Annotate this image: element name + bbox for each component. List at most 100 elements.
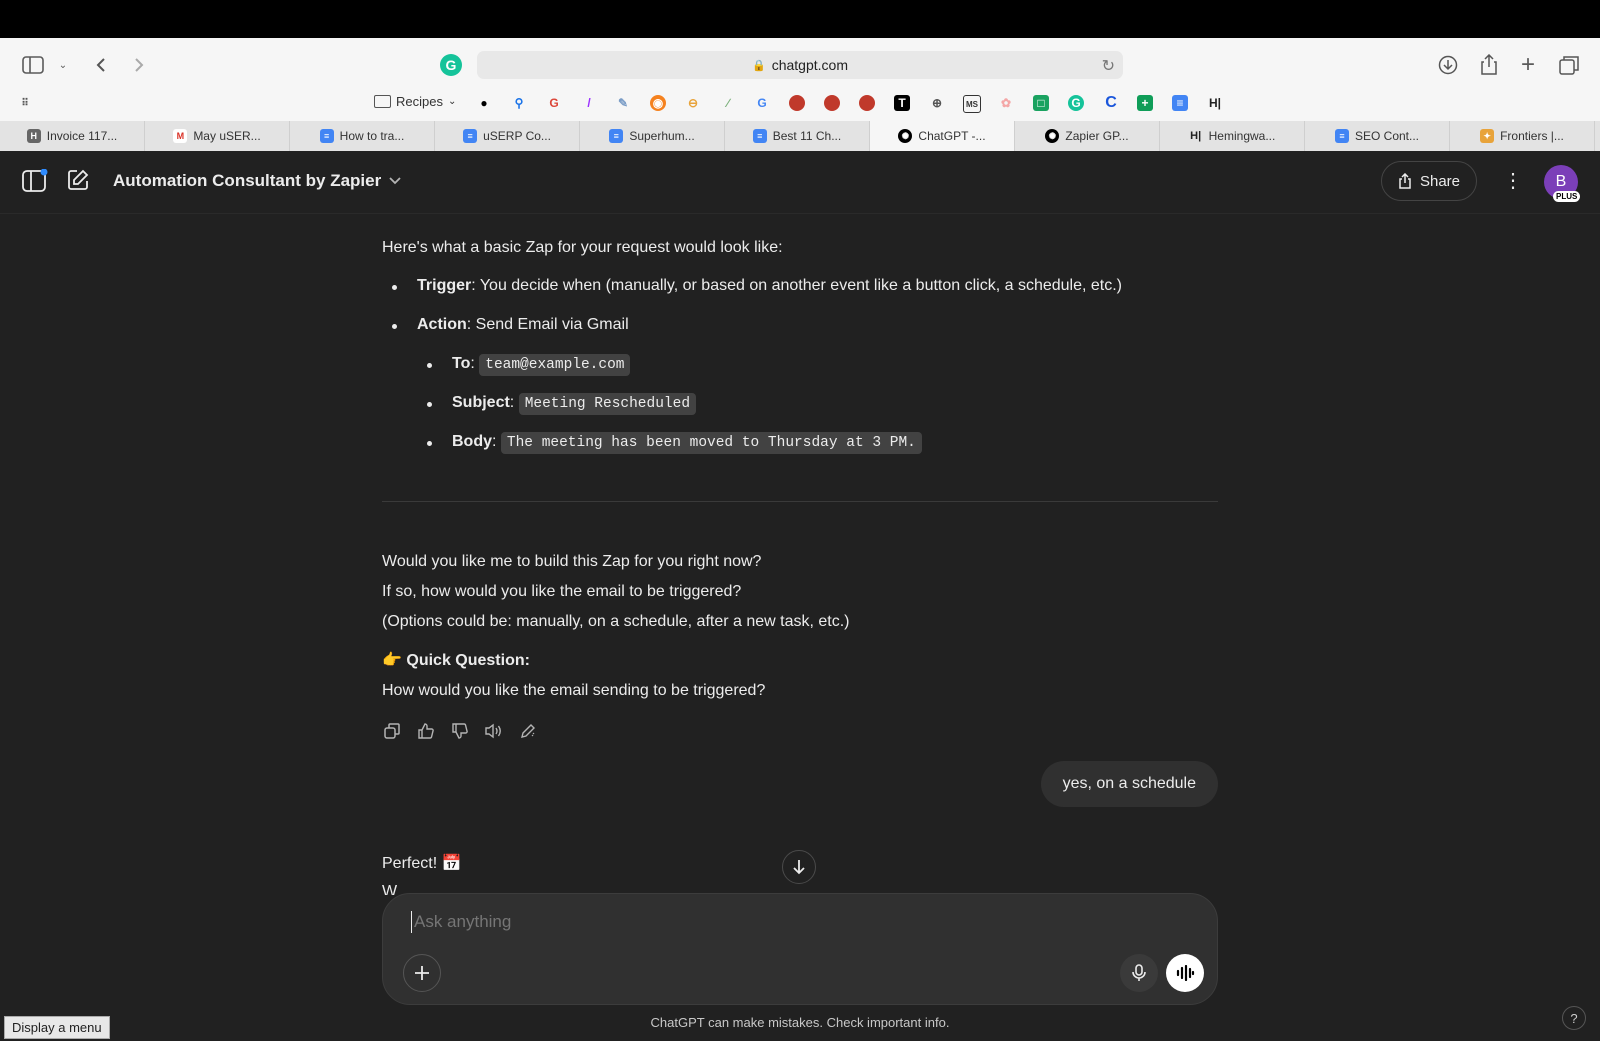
back-icon[interactable]: [88, 52, 114, 78]
chevron-down-icon: [389, 177, 401, 185]
bullet-dot: [427, 402, 432, 407]
assistant-intro: Here's what a basic Zap for your request…: [382, 239, 783, 256]
tab-doc[interactable]: ≡ Best 11 Ch...: [725, 121, 870, 151]
globe-icon[interactable]: ⊕: [929, 95, 945, 111]
plan-badge: PLUS: [1553, 191, 1581, 202]
more-options-icon[interactable]: ⋮: [1503, 169, 1523, 193]
green-bookmark-icon[interactable]: □: [1033, 95, 1049, 111]
dictate-button[interactable]: [1120, 954, 1158, 992]
address-bar[interactable]: 🔒 chatgpt.com ↻: [477, 51, 1123, 79]
tab-doc[interactable]: ≡ uSERP Co...: [435, 121, 580, 151]
forward-icon[interactable]: [126, 52, 152, 78]
bookmark-folder-recipes[interactable]: Recipes ⌄: [374, 94, 456, 109]
lock-icon: 🔒: [752, 59, 766, 72]
tab-label: May uSER...: [193, 129, 261, 143]
to-item: To: team@example.com: [452, 353, 631, 376]
ms-bookmark-icon[interactable]: MS: [963, 95, 981, 113]
voice-mode-button[interactable]: [1166, 954, 1204, 992]
tab-label: ChatGPT -...: [918, 129, 986, 143]
thumbs-down-icon[interactable]: [450, 721, 470, 741]
edit-in-canvas-icon[interactable]: [518, 721, 538, 741]
openai-icon: ✺: [898, 129, 913, 143]
tab-doc[interactable]: ≡ Superhum...: [580, 121, 725, 151]
pen-icon[interactable]: ∕: [720, 95, 736, 111]
read-aloud-icon[interactable]: [484, 721, 504, 741]
tab-frontiers[interactable]: ✦ Frontiers |...: [1450, 121, 1595, 151]
google-icon[interactable]: G: [546, 95, 562, 111]
tab-label: Invoice 117...: [46, 129, 118, 143]
prompt-input[interactable]: [411, 911, 1116, 933]
copy-icon[interactable]: [382, 721, 402, 741]
model-name: Automation Consultant by Zapier: [113, 171, 382, 190]
help-button[interactable]: ?: [1562, 1006, 1586, 1030]
tab-overview-icon[interactable]: [1556, 52, 1582, 78]
hemingway-icon[interactable]: H|: [1207, 95, 1223, 111]
tab-chatgpt[interactable]: ✺ ChatGPT -...: [870, 121, 1015, 151]
tab-label: Best 11 Ch...: [772, 129, 842, 143]
hemingway-icon: H|: [1190, 130, 1202, 142]
microphone-icon: [1132, 964, 1146, 981]
docs-icon[interactable]: ≡: [1172, 95, 1188, 111]
tab-doc[interactable]: ≡ How to tra...: [290, 121, 435, 151]
question-line: (Options could be: manually, on a schedu…: [382, 613, 850, 630]
tab-gmail[interactable]: M May uSER...: [145, 121, 290, 151]
red-bookmark-icon[interactable]: [824, 95, 840, 111]
body-value: The meeting has been moved to Thursday a…: [500, 432, 922, 454]
arrow-down-icon: [793, 860, 805, 875]
chevron-down-icon: ⌄: [447, 96, 457, 107]
bookmark-icon[interactable]: ✎: [615, 95, 631, 111]
red-bookmark-icon[interactable]: [789, 95, 805, 111]
downloads-icon[interactable]: [1435, 52, 1461, 78]
share-sheet-icon[interactable]: [1476, 52, 1502, 78]
plus-icon: [415, 966, 429, 980]
sidebar-toggle-icon[interactable]: [22, 168, 48, 198]
scroll-to-bottom-button[interactable]: [782, 850, 816, 884]
message-actions: [382, 721, 538, 741]
thumbs-up-icon[interactable]: [416, 721, 436, 741]
pink-bookmark-icon[interactable]: ✿: [998, 95, 1014, 111]
voice-waveform-icon: [1176, 965, 1195, 981]
docs-icon: ≡: [609, 129, 624, 143]
orange-bookmark-icon[interactable]: ◉: [650, 95, 666, 111]
tab-hemingway[interactable]: H| Hemingwa...: [1160, 121, 1305, 151]
favorites-bar: ⠿ Recipes ⌄ ● ⚲ G / ✎ ◉ ⊖ ∕ G T ⊕ MS ✿ □…: [0, 88, 1600, 118]
to-label: To: [452, 355, 471, 372]
share-label: Share: [1419, 172, 1461, 190]
docs-icon: ≡: [319, 129, 334, 143]
gmail-icon: M: [173, 129, 188, 143]
google-icon[interactable]: G: [754, 95, 770, 111]
new-chat-icon[interactable]: [66, 168, 90, 197]
model-selector[interactable]: Automation Consultant by Zapier: [113, 171, 401, 191]
slash-icon[interactable]: /: [581, 95, 597, 111]
user-message: yes, on a schedule: [1040, 761, 1218, 807]
search-icon[interactable]: ⚲: [511, 95, 527, 111]
add-attachment-button[interactable]: [403, 954, 441, 992]
tab-zapier-gpt[interactable]: ✺ Zapier GP...: [1015, 121, 1160, 151]
t-bookmark-icon[interactable]: T: [894, 95, 910, 111]
grammarly-bookmark-icon[interactable]: G: [1068, 95, 1084, 111]
to-value: team@example.com: [479, 354, 631, 376]
reload-icon[interactable]: ↻: [1102, 56, 1115, 76]
docs-icon: ≡: [463, 129, 478, 143]
sidebar-toggle-icon[interactable]: [20, 52, 46, 78]
share-button[interactable]: Share: [1381, 161, 1477, 201]
tab-label: SEO Cont...: [1354, 129, 1420, 143]
apps-grid-icon[interactable]: ⠿: [17, 95, 33, 111]
tab-label: Hemingwa...: [1208, 129, 1276, 143]
apple-icon[interactable]: ●: [476, 95, 492, 111]
bookmark-folder-label: Recipes: [396, 94, 443, 109]
screen-top-bar: [0, 0, 1600, 38]
tab-invoice[interactable]: H Invoice 117...: [0, 121, 145, 151]
new-tab-icon[interactable]: +: [1515, 51, 1541, 78]
chevron-down-icon[interactable]: ⌄: [50, 52, 76, 78]
tab-doc[interactable]: ≡ SEO Cont...: [1305, 121, 1450, 151]
action-item: Action: Send Email via Gmail: [417, 314, 629, 336]
sheets-icon[interactable]: +: [1137, 95, 1153, 111]
red-bookmark-icon[interactable]: [859, 95, 875, 111]
c-bookmark-icon[interactable]: C: [1103, 94, 1119, 111]
grammarly-icon[interactable]: G: [440, 54, 462, 76]
bullet-dot: [427, 441, 432, 446]
planet-icon[interactable]: ⊖: [685, 95, 701, 111]
chat-header: Automation Consultant by Zapier Share ⋮ …: [0, 151, 1600, 214]
tab-label: Frontiers |...: [1500, 129, 1564, 143]
